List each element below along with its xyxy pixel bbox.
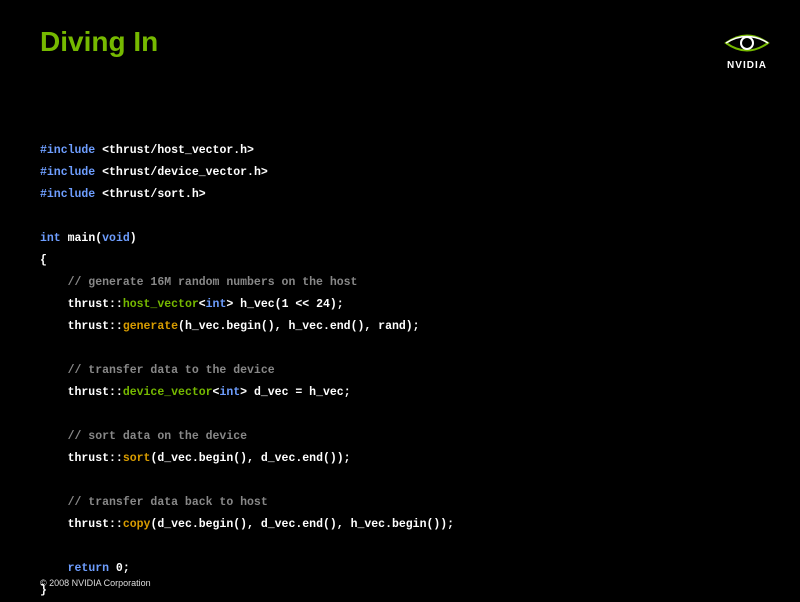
code-text: return xyxy=(68,562,109,575)
code-text: #include xyxy=(40,166,95,179)
code-text: #include xyxy=(40,188,95,201)
code-text: <thrust/host_vector.h> xyxy=(95,144,254,157)
nvidia-eye-icon xyxy=(724,28,770,58)
code-comment: // generate 16M random numbers on the ho… xyxy=(40,276,357,289)
code-text xyxy=(40,562,68,575)
code-text: int xyxy=(206,298,227,311)
code-text: device_vector xyxy=(123,386,213,399)
code-text: > h_vec(1 << 24); xyxy=(226,298,343,311)
slide-title: Diving In xyxy=(40,26,158,58)
code-text: thrust:: xyxy=(40,320,123,333)
code-block: #include <thrust/host_vector.h> #include… xyxy=(40,140,454,602)
code-text: copy xyxy=(123,518,151,531)
code-text: thrust:: xyxy=(40,386,123,399)
code-text: <thrust/sort.h> xyxy=(95,188,205,201)
code-text: { xyxy=(40,254,47,267)
code-text: int xyxy=(219,386,240,399)
code-text: int xyxy=(40,232,61,245)
code-text: < xyxy=(199,298,206,311)
code-text: (h_vec.begin(), h_vec.end(), rand); xyxy=(178,320,420,333)
code-text: ) xyxy=(130,232,137,245)
nvidia-logo: NVIDIA xyxy=(724,28,770,71)
code-text: host_vector xyxy=(123,298,199,311)
code-text: 0; xyxy=(109,562,130,575)
code-comment: // transfer data back to host xyxy=(40,496,268,509)
code-text: sort xyxy=(123,452,151,465)
nvidia-logo-text: NVIDIA xyxy=(724,60,770,71)
code-text: thrust:: xyxy=(40,298,123,311)
code-comment: // sort data on the device xyxy=(40,430,247,443)
copyright-footer: © 2008 NVIDIA Corporation xyxy=(40,578,151,588)
code-text: (d_vec.begin(), d_vec.end()); xyxy=(150,452,350,465)
code-text: thrust:: xyxy=(40,452,123,465)
code-text: (d_vec.begin(), d_vec.end(), h_vec.begin… xyxy=(150,518,454,531)
code-text: generate xyxy=(123,320,178,333)
code-text: main( xyxy=(61,232,102,245)
code-comment: // transfer data to the device xyxy=(40,364,275,377)
code-text: > d_vec = h_vec; xyxy=(240,386,350,399)
code-text: <thrust/device_vector.h> xyxy=(95,166,268,179)
code-text: void xyxy=(102,232,130,245)
code-text: #include xyxy=(40,144,95,157)
code-text: thrust:: xyxy=(40,518,123,531)
